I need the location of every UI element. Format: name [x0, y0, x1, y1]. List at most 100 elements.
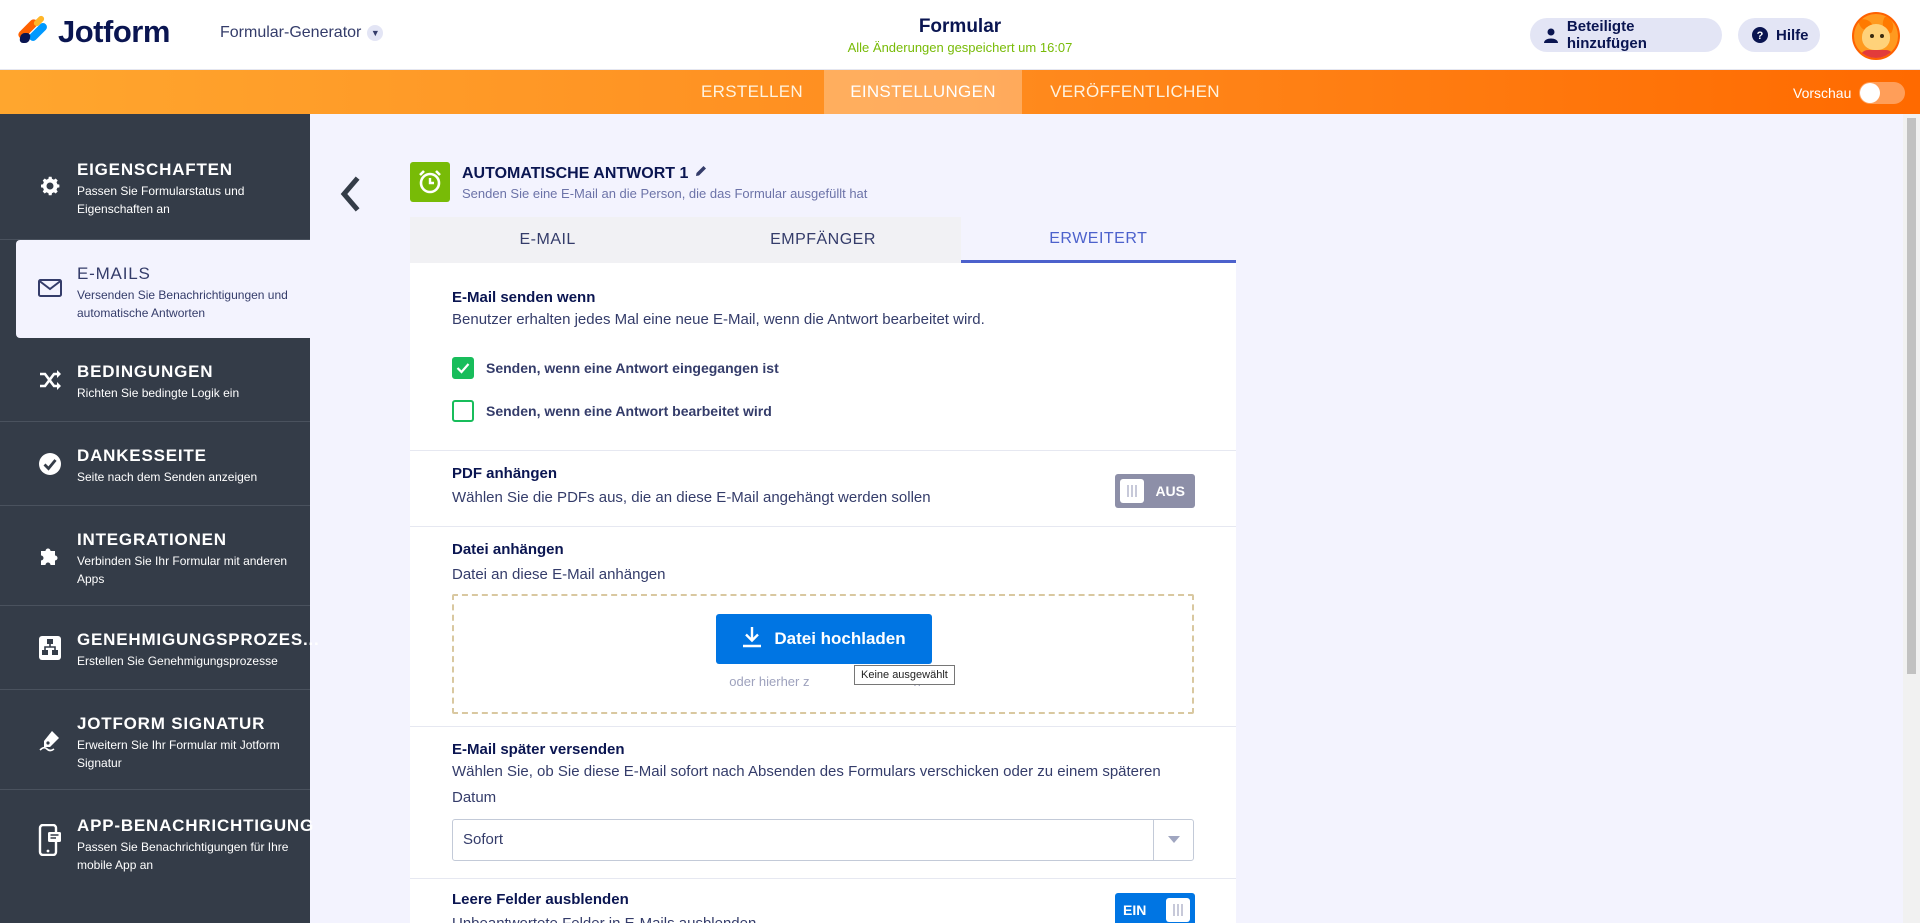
sidebar-item-title: JOTFORM SIGNATUR: [77, 714, 266, 733]
settings-sidebar: EIGENSCHAFTEN Passen Sie Formularstatus …: [0, 114, 319, 923]
sidebar-item-integrations[interactable]: INTEGRATIONEN Verbinden Sie Ihr Formular…: [0, 506, 310, 606]
sidebar-item-desc: Versenden Sie Benachrichtigungen und aut…: [77, 288, 288, 320]
builder-switch-dropdown[interactable]: Formular-Generator ▼: [220, 24, 384, 42]
user-icon: [1544, 27, 1559, 43]
checkbox-label: Senden, wenn eine Antwort bearbeitet wir…: [486, 403, 772, 419]
user-avatar[interactable]: [1852, 12, 1900, 60]
chevron-down-icon: ▼: [367, 25, 384, 41]
check-circle-icon: [36, 450, 64, 478]
section-desc: Benutzer erhalten jedes Mal eine neue E-…: [452, 311, 985, 328]
help-button[interactable]: ? Hilfe: [1738, 18, 1820, 52]
tab-publish[interactable]: VERÖFFENTLICHEN: [1022, 70, 1248, 114]
sidebar-item-title: DANKESSEITE: [77, 446, 207, 465]
sidebar-item-title: APP-BENACHRICHTIGUNG: [77, 816, 314, 835]
sidebar-item-desc: Passen Sie Benachrichtigungen für Ihre m…: [77, 840, 289, 872]
section-title: Leere Felder ausblenden: [452, 891, 629, 908]
section-title: Datei anhängen: [452, 541, 564, 558]
section-desc: Datei an diese E-Mail anhängen: [452, 566, 666, 583]
mobile-icon: [36, 824, 64, 856]
select-value: Sofort: [463, 831, 504, 848]
attach-pdf-toggle[interactable]: AUS: [1115, 474, 1195, 508]
builder-switch-label: Formular-Generator: [220, 24, 362, 41]
send-later-select[interactable]: Sofort: [452, 819, 1194, 861]
toggle-label: EIN: [1123, 902, 1147, 918]
section-title: PDF anhängen: [452, 465, 558, 482]
autoresponder-subtitle: Senden Sie eine E-Mail an die Person, di…: [462, 186, 868, 201]
preview-toggle[interactable]: [1859, 82, 1906, 104]
jotform-logo[interactable]: Jotform: [16, 14, 170, 50]
scrollbar-thumb[interactable]: [1907, 118, 1916, 674]
autoresponder-header: AUTOMATISCHE ANTWORT 1 Senden Sie eine E…: [410, 162, 1236, 206]
envelope-icon: [36, 274, 64, 302]
question-icon: ?: [1752, 27, 1768, 43]
sidebar-item-title: EIGENSCHAFTEN: [77, 160, 233, 179]
preview-toggle-group: Vorschau: [1793, 82, 1906, 104]
sidebar-item-signature[interactable]: JOTFORM SIGNATUR Erweitern Sie Ihr Formu…: [0, 690, 310, 790]
download-arrow-icon: [742, 626, 762, 653]
sidebar-item-title: BEDINGUNGEN: [77, 362, 214, 381]
upload-file-label: Datei hochladen: [774, 629, 906, 648]
no-file-tooltip: Keine ausgewählt: [854, 665, 955, 685]
sidebar-item-title: E-MAILS: [77, 264, 151, 283]
section-desc: Unbeantwortete Felder in E-Mails ausblen…: [452, 911, 1192, 923]
sidebar-item-approvals[interactable]: GENEHMIGUNGSPROZES... Erstellen Sie Gene…: [0, 606, 319, 690]
top-header: Jotform Formular-Generator ▼ Formular Al…: [0, 0, 1920, 70]
sidebar-item-desc: Seite nach dem Senden anzeigen: [77, 470, 258, 484]
flow-icon: [36, 634, 64, 662]
tab-build[interactable]: ERSTELLEN: [680, 70, 824, 114]
tab-settings[interactable]: EINSTELLUNGEN: [824, 70, 1022, 114]
alarm-clock-icon: [410, 162, 450, 202]
checkbox-unchecked[interactable]: [452, 400, 474, 422]
hide-empty-fields-section: Leere Felder ausblenden Unbeantwortete F…: [410, 879, 1236, 923]
shuffle-icon: [36, 366, 64, 394]
sidebar-item-properties[interactable]: EIGENSCHAFTEN Passen Sie Formularstatus …: [0, 114, 310, 240]
caret-down-icon: [1153, 820, 1193, 860]
autoresponder-title[interactable]: AUTOMATISCHE ANTWORT 1: [462, 164, 708, 183]
upload-file-button[interactable]: Datei hochladen: [716, 614, 932, 664]
sidebar-item-desc: Richten Sie bedingte Logik ein: [77, 386, 240, 400]
page-scrollbar[interactable]: [1903, 114, 1920, 923]
brand-name: Jotform: [58, 14, 170, 49]
add-collaborators-button[interactable]: Beteiligte hinzufügen: [1530, 18, 1722, 52]
checkbox-checked[interactable]: [452, 357, 474, 379]
tab-advanced[interactable]: ERWEITERT: [960, 217, 1236, 263]
sidebar-item-emails[interactable]: E-MAILS Versenden Sie Benachrichtigungen…: [16, 240, 310, 338]
advanced-settings-card: E-Mail senden wenn Benutzer erhalten jed…: [410, 263, 1236, 923]
section-desc: Wählen Sie, ob Sie diese E-Mail sofort n…: [452, 763, 1161, 806]
send-when-section: E-Mail senden wenn Benutzer erhalten jed…: [410, 263, 1236, 451]
sidebar-item-conditions[interactable]: BEDINGUNGEN Richten Sie bedingte Logik e…: [0, 338, 310, 422]
tab-email[interactable]: E-MAIL: [410, 217, 685, 263]
svg-text:?: ?: [1757, 30, 1764, 42]
pen-icon: [36, 726, 64, 754]
checkbox-label: Senden, wenn eine Antwort eingegangen is…: [486, 360, 779, 376]
sidebar-item-app-notifications[interactable]: APP-BENACHRICHTIGUNG Passen Sie Benachri…: [0, 790, 313, 896]
hide-empty-fields-toggle[interactable]: EIN: [1115, 893, 1195, 923]
sidebar-item-desc: Erstellen Sie Genehmigungsprozesse: [77, 654, 278, 668]
sidebar-item-title: INTEGRATIONEN: [77, 530, 227, 549]
sidebar-item-title: GENEHMIGUNGSPROZES...: [77, 630, 320, 649]
sidebar-item-desc: Verbinden Sie Ihr Formular mit anderen A…: [77, 554, 288, 586]
gear-icon: [36, 172, 64, 200]
tab-recipients[interactable]: EMPFÄNGER: [685, 217, 960, 263]
sidebar-item-desc: Erweitern Sie Ihr Formular mit Jotform S…: [77, 738, 280, 770]
section-title: E-Mail später versenden: [452, 741, 625, 758]
pencil-icon[interactable]: [694, 164, 708, 183]
section-desc: Wählen Sie die PDFs aus, die an diese E-…: [452, 489, 931, 506]
puzzle-icon: [36, 542, 64, 570]
toggle-label: AUS: [1155, 483, 1185, 499]
section-title: E-Mail senden wenn: [452, 289, 596, 306]
send-on-submit-checkbox[interactable]: Senden, wenn eine Antwort eingegangen is…: [452, 357, 779, 379]
jotform-logo-icon: [16, 14, 49, 49]
sidebar-item-desc: Passen Sie Formularstatus und Eigenschaf…: [77, 184, 245, 216]
send-on-edit-checkbox[interactable]: Senden, wenn eine Antwort bearbeitet wir…: [452, 400, 772, 422]
builder-nav-bar: ERSTELLEN EINSTELLUNGEN VERÖFFENTLICHEN …: [0, 70, 1920, 114]
preview-label: Vorschau: [1793, 85, 1852, 101]
dropzone-hint: oder hierher zn: [729, 674, 920, 689]
sidebar-item-thankyou[interactable]: DANKESSEITE Seite nach dem Senden anzeig…: [0, 422, 310, 506]
email-tabs: E-MAIL EMPFÄNGER ERWEITERT: [410, 217, 1236, 263]
file-dropzone[interactable]: Datei hochladen oder hierher zn Keine au…: [452, 594, 1194, 714]
attach-pdf-section: PDF anhängen Wählen Sie die PDFs aus, di…: [410, 451, 1236, 527]
back-chevron-icon[interactable]: [336, 176, 364, 212]
help-label: Hilfe: [1776, 26, 1809, 44]
autoresponder-title-text: AUTOMATISCHE ANTWORT 1: [462, 164, 689, 182]
